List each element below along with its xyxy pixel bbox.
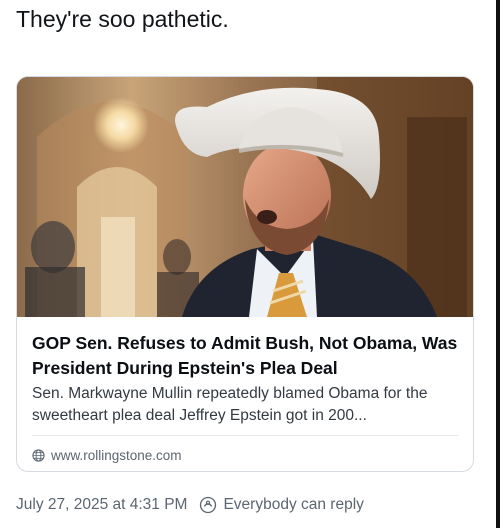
link-preview-card[interactable]: GOP Sen. Refuses to Admit Bush, Not Obam…: [16, 76, 474, 472]
domain-text: www.rollingstone.com: [51, 447, 182, 463]
card-divider: [32, 435, 458, 436]
article-description: Sen. Markwayne Mullin repeatedly blamed …: [32, 385, 428, 424]
post-timestamp[interactable]: July 27, 2025 at 4:31 PM: [16, 496, 187, 514]
window-edge: [496, 0, 500, 528]
article-domain[interactable]: www.rollingstone.com: [32, 445, 182, 465]
post-meta: July 27, 2025 at 4:31 PM Everybody can r…: [16, 493, 364, 517]
article-thumbnail[interactable]: [17, 77, 474, 317]
article-title[interactable]: GOP Sen. Refuses to Admit Bush, Not Obam…: [32, 331, 464, 381]
post-text: They're soo pathetic.: [16, 6, 229, 32]
reply-settings-icon[interactable]: [199, 496, 217, 514]
reply-setting-label[interactable]: Everybody can reply: [223, 496, 363, 514]
globe-icon: [32, 448, 45, 462]
